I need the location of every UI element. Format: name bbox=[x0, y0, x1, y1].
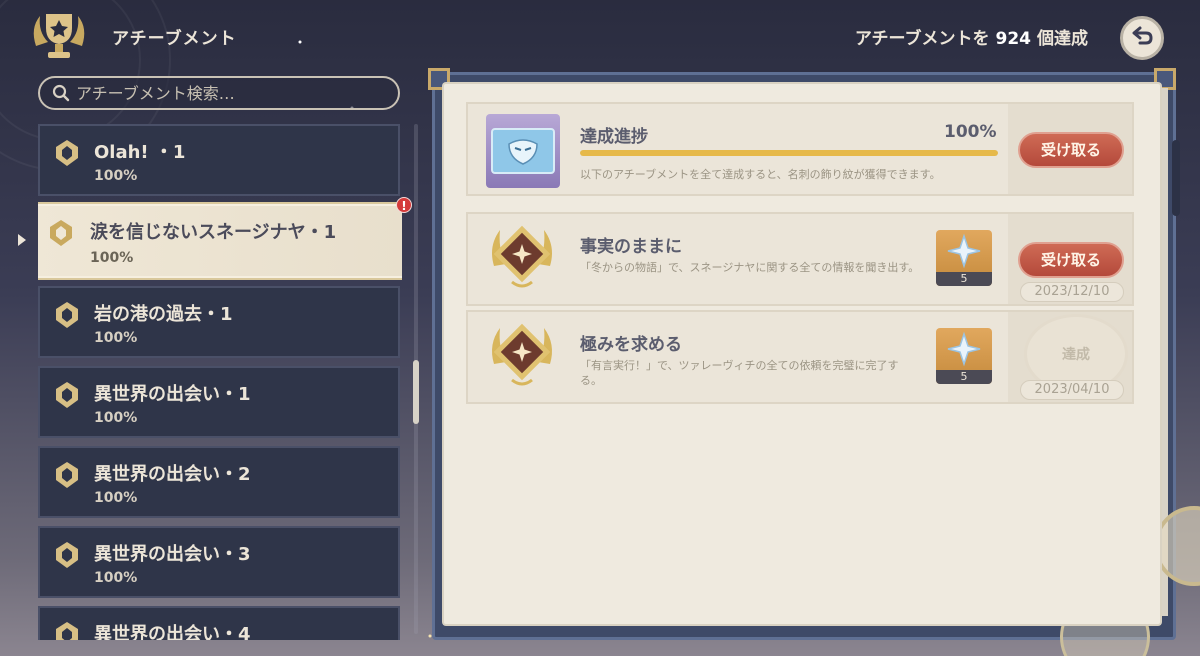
achievement-badge-icon bbox=[492, 225, 552, 288]
achievement-category-icon bbox=[56, 382, 78, 408]
achievement-date: 2023/12/10 bbox=[1020, 282, 1124, 302]
claim-namecard-button[interactable]: 受け取る bbox=[1018, 132, 1124, 168]
back-button[interactable] bbox=[1120, 16, 1164, 60]
category-item[interactable]: Olah! ・1 100% bbox=[38, 124, 400, 196]
list-scrollbar-thumb[interactable] bbox=[413, 360, 419, 424]
primogem-reward: 5 bbox=[936, 328, 992, 384]
progress-bar bbox=[580, 150, 998, 156]
category-name: Olah! ・1 bbox=[94, 142, 186, 163]
progress-card: 達成進捗 100% 以下のアチーブメントを全て達成すると、名刺の飾り紋が獲得でき… bbox=[466, 102, 1134, 196]
namecard-reward-icon bbox=[486, 114, 560, 188]
category-name: 涙を信じないスネージナヤ・1 bbox=[90, 222, 337, 243]
achievement-description: 「冬からの物語」で、スネージナヤに関する全ての情報を聞き出す。 bbox=[580, 261, 920, 274]
achievement-category-icon bbox=[56, 462, 78, 488]
progress-description: 以下のアチーブメントを全て達成すると、名刺の飾り紋が獲得できます。 bbox=[580, 168, 941, 181]
achievement-card: 極みを求める 「有言実行！」で、ツァレーヴィチの全ての依頼を完璧に完了する。 5… bbox=[466, 310, 1134, 404]
primogem-icon bbox=[947, 331, 981, 367]
achievement-category-icon bbox=[56, 302, 78, 328]
category-percent: 100% bbox=[94, 330, 138, 346]
achievement-count-prefix: アチーブメントを bbox=[854, 29, 990, 49]
claim-reward-button[interactable]: 受け取る bbox=[1018, 242, 1124, 278]
category-name: 異世界の出会い・3 bbox=[94, 544, 251, 565]
category-item[interactable]: 異世界の出会い・4 bbox=[38, 606, 400, 640]
notification-badge: ! bbox=[396, 197, 412, 213]
category-percent: 100% bbox=[94, 490, 138, 506]
category-item[interactable]: 異世界の出会い・3 100% bbox=[38, 526, 400, 598]
achievement-count-value: 924 bbox=[995, 29, 1032, 49]
category-percent: 100% bbox=[94, 168, 138, 184]
reward-count: 5 bbox=[936, 370, 992, 384]
category-percent: 100% bbox=[90, 250, 134, 266]
category-name: 異世界の出会い・2 bbox=[94, 464, 251, 485]
return-arrow-icon bbox=[1132, 26, 1153, 45]
category-list: Olah! ・1 100% 涙を信じないスネージナヤ・1 100% 岩の港の過去… bbox=[38, 124, 402, 640]
category-item[interactable]: 異世界の出会い・1 100% bbox=[38, 366, 400, 438]
achievement-trophy-icon bbox=[33, 14, 85, 58]
primogem-icon bbox=[947, 233, 981, 269]
achievement-category-icon bbox=[50, 220, 72, 246]
page-title: アチーブメント bbox=[112, 29, 237, 49]
category-item-selected[interactable]: 涙を信じないスネージナヤ・1 100% bbox=[38, 202, 402, 280]
category-name: 異世界の出会い・4 bbox=[94, 624, 251, 640]
category-name: 岩の港の過去・1 bbox=[94, 304, 233, 325]
progress-title: 達成進捗 bbox=[580, 127, 648, 147]
search-input[interactable] bbox=[76, 83, 376, 103]
side-tab[interactable] bbox=[1172, 140, 1180, 216]
category-name: 異世界の出会い・1 bbox=[94, 384, 251, 405]
achievement-description: 「有言実行！」で、ツァレーヴィチの全ての依頼を完璧に完了する。 bbox=[580, 359, 899, 387]
category-item[interactable]: 岩の港の過去・1 100% bbox=[38, 286, 400, 358]
achievement-date: 2023/04/10 bbox=[1020, 380, 1124, 400]
progress-percent: 100% bbox=[944, 122, 997, 142]
reward-count: 5 bbox=[936, 272, 992, 286]
category-item[interactable]: 異世界の出会い・2 100% bbox=[38, 446, 400, 518]
achievement-title: 事実のままに bbox=[580, 237, 682, 257]
achievement-card: 事実のままに 「冬からの物語」で、スネージナヤに関する全ての情報を聞き出す。 5… bbox=[466, 212, 1134, 306]
namecard-mask-icon bbox=[491, 128, 555, 174]
achievement-category-icon bbox=[56, 140, 78, 166]
achievement-title: 極みを求める bbox=[580, 335, 682, 355]
progress-bar-fill bbox=[580, 150, 998, 156]
achievement-category-icon bbox=[56, 542, 78, 568]
achievement-count-suffix: 個達成 bbox=[1037, 29, 1088, 49]
category-percent: 100% bbox=[94, 570, 138, 586]
primogem-reward: 5 bbox=[936, 230, 992, 286]
achievement-count: アチーブメントを 924 個達成 bbox=[855, 24, 1088, 49]
selection-indicator-icon bbox=[18, 234, 26, 246]
category-percent: 100% bbox=[94, 410, 138, 426]
search-bar[interactable] bbox=[38, 76, 400, 110]
search-icon bbox=[52, 84, 70, 102]
achievement-badge-icon bbox=[492, 323, 552, 386]
achievement-category-icon bbox=[56, 622, 78, 640]
